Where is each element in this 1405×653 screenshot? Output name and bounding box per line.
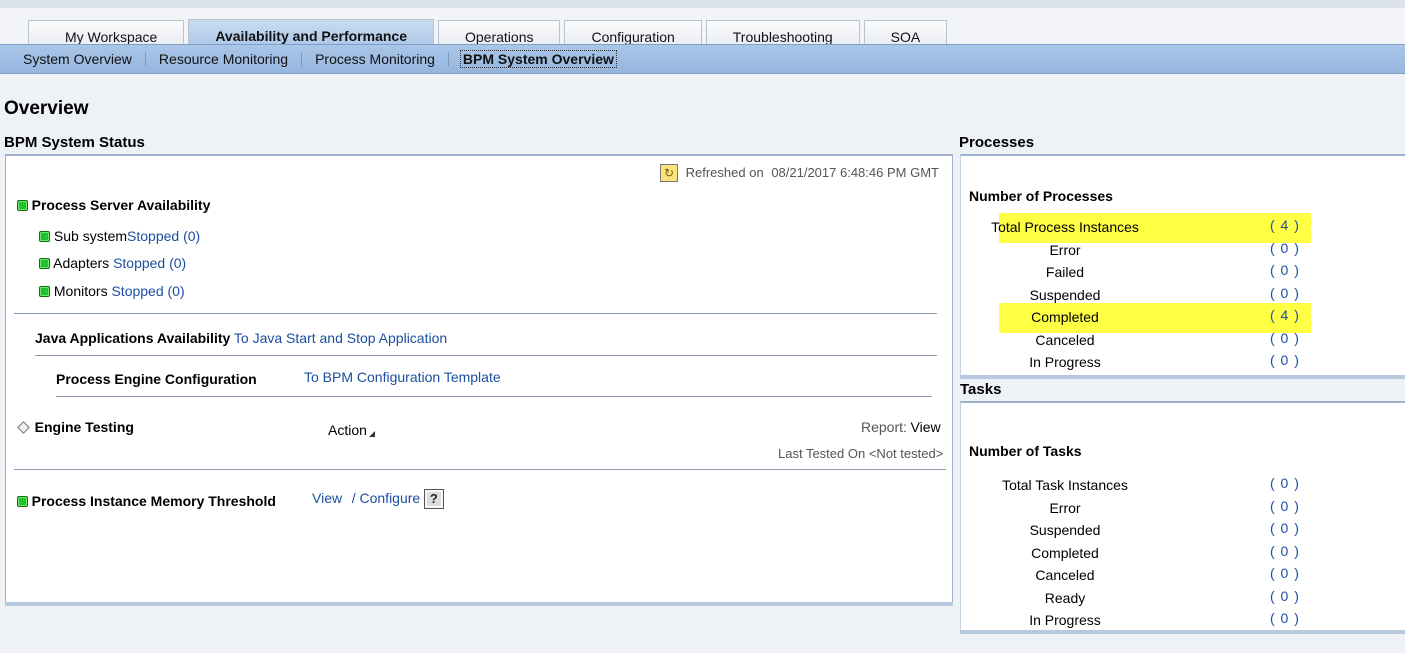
bpm-system-status-panel: ↻ Refreshed on 08/21/2017 6:48:46 PM GMT… <box>5 154 953 603</box>
report-label: Report: <box>861 419 907 435</box>
action-label: Action <box>328 422 367 438</box>
process-row-count-link[interactable]: ( 0 ) <box>1270 285 1300 301</box>
task-row-label: Error <box>1049 499 1081 516</box>
task-row-count-link[interactable]: ( 0 ) <box>1270 588 1300 604</box>
page-title: Overview <box>4 98 89 119</box>
status-green-icon <box>39 231 50 242</box>
panel-shadow <box>960 375 1405 379</box>
process-row-label: Total Process Instances <box>991 219 1139 235</box>
process-row-count-link[interactable]: ( 4 ) <box>1270 307 1300 323</box>
task-row-count-link[interactable]: ( 0 ) <box>1270 475 1300 491</box>
task-row-label: Completed <box>1031 544 1099 561</box>
java-applications-row: Java Applications Availability To Java S… <box>35 330 447 346</box>
process-row-count-link[interactable]: ( 0 ) <box>1270 262 1300 278</box>
dropdown-caret-icon <box>368 431 375 437</box>
process-row-label: Failed <box>1045 264 1085 280</box>
java-applications-label: Java Applications Availability <box>35 330 231 346</box>
task-row-label: Canceled <box>1035 567 1095 583</box>
tasks-panel: Number of Tasks Total Task Instances ( 0 … <box>960 401 1405 630</box>
process-row-count-link[interactable]: ( 0 ) <box>1270 352 1300 368</box>
monitors-stopped-link[interactable]: Stopped (0) <box>111 283 184 299</box>
top-navigation: My Workspace Availability and Performanc… <box>0 0 1405 52</box>
status-green-icon <box>17 200 28 211</box>
divider <box>35 355 937 356</box>
number-of-tasks-label: Number of Tasks <box>969 443 1082 459</box>
process-row-label: Suspended <box>1029 286 1101 303</box>
diamond-icon <box>17 421 30 434</box>
subsystem-label: Sub system <box>53 228 128 244</box>
sub-navigation: System Overview Resource Monitoring Proc… <box>0 44 1405 74</box>
adapters-stopped-link[interactable]: Stopped (0) <box>113 255 186 271</box>
process-server-availability: Process Server Availability <box>17 197 210 213</box>
number-of-processes-label: Number of Processes <box>969 188 1113 204</box>
memory-view-link[interactable]: View <box>312 490 342 506</box>
monitors-row: Monitors Stopped (0) <box>39 283 185 299</box>
refresh-icon[interactable]: ↻ <box>660 164 678 182</box>
divider <box>14 469 946 470</box>
process-row-label: In Progress <box>1029 354 1101 370</box>
last-tested-value: <Not tested> <box>868 446 944 461</box>
last-tested-row: Last Tested On <Not tested> <box>778 446 943 461</box>
status-green-icon <box>39 258 50 269</box>
process-row-label: Error <box>1049 241 1081 258</box>
report-row: Report: View <box>861 419 941 435</box>
task-row-label: Suspended <box>1029 522 1101 538</box>
divider <box>14 313 937 314</box>
divider <box>56 396 932 397</box>
java-start-stop-link[interactable]: To Java Start and Stop Application <box>234 330 447 346</box>
panel-shadow <box>960 630 1405 634</box>
task-row-label: Total Task Instances <box>1002 477 1128 493</box>
memory-threshold-label: Process Instance Memory Threshold <box>31 493 276 509</box>
last-tested-label: Last Tested On <box>778 446 866 461</box>
monitors-label: Monitors <box>53 283 108 299</box>
adapters-row: Adapters Stopped (0) <box>39 255 186 271</box>
task-row-count-link[interactable]: ( 0 ) <box>1270 498 1300 514</box>
engine-config-text: Process Engine Configuration <box>56 371 257 387</box>
memory-threshold-row: Process Instance Memory Threshold <box>17 493 276 509</box>
processes-title: Processes <box>959 134 1035 151</box>
engine-testing-row: Engine Testing <box>17 419 134 435</box>
process-row-count-link[interactable]: ( 0 ) <box>1270 330 1300 346</box>
status-green-icon <box>17 496 28 507</box>
task-row-count-link[interactable]: ( 0 ) <box>1270 565 1300 581</box>
task-row-count-link[interactable]: ( 0 ) <box>1270 543 1300 559</box>
subnav-system-overview[interactable]: System Overview <box>10 51 145 67</box>
process-row-label: Canceled <box>1035 331 1095 348</box>
bpm-system-status-title: BPM System Status <box>4 134 145 151</box>
memory-actions: View / Configure ? <box>312 489 444 509</box>
subsystem-row: Sub systemStopped (0) <box>39 228 200 244</box>
subnav-process-monitoring[interactable]: Process Monitoring <box>302 51 448 67</box>
process-row-count-link[interactable]: ( 4 ) <box>1270 217 1300 233</box>
panel-shadow <box>5 602 953 606</box>
refresh-row: ↻ Refreshed on 08/21/2017 6:48:46 PM GMT <box>660 164 939 182</box>
bpm-configuration-template-link[interactable]: To BPM Configuration Template <box>304 369 501 385</box>
help-icon[interactable]: ? <box>423 489 444 509</box>
processes-panel: Number of Processes Total Process Instan… <box>960 154 1405 375</box>
report-view-link[interactable]: View <box>911 419 941 435</box>
process-engine-configuration-label: Process Engine Configuration <box>56 371 257 387</box>
memory-configure-link[interactable]: / Configure <box>352 490 420 506</box>
subnav-separator <box>447 52 449 66</box>
subnav-bpm-system-overview[interactable]: BPM System Overview <box>459 50 617 68</box>
process-row-label: Completed <box>1031 309 1099 325</box>
engine-testing-label: Engine Testing <box>34 419 134 435</box>
adapters-label: Adapters <box>53 255 110 271</box>
refreshed-value: 08/21/2017 6:48:46 PM GMT <box>771 165 939 180</box>
refreshed-label: Refreshed on <box>685 165 764 180</box>
task-row-count-link[interactable]: ( 0 ) <box>1270 610 1300 626</box>
subnav-resource-monitoring[interactable]: Resource Monitoring <box>146 51 301 67</box>
subsystem-stopped-link[interactable]: Stopped (0) <box>127 228 200 244</box>
task-row-count-link[interactable]: ( 0 ) <box>1270 520 1300 536</box>
action-menu-button[interactable]: Action <box>328 422 375 438</box>
process-row-count-link[interactable]: ( 0 ) <box>1270 240 1300 256</box>
status-green-icon <box>39 286 50 297</box>
task-row-label: Ready <box>1044 589 1086 606</box>
process-server-availability-label: Process Server Availability <box>31 197 211 213</box>
tasks-title: Tasks <box>960 381 1002 398</box>
task-row-label: In Progress <box>1029 612 1101 628</box>
